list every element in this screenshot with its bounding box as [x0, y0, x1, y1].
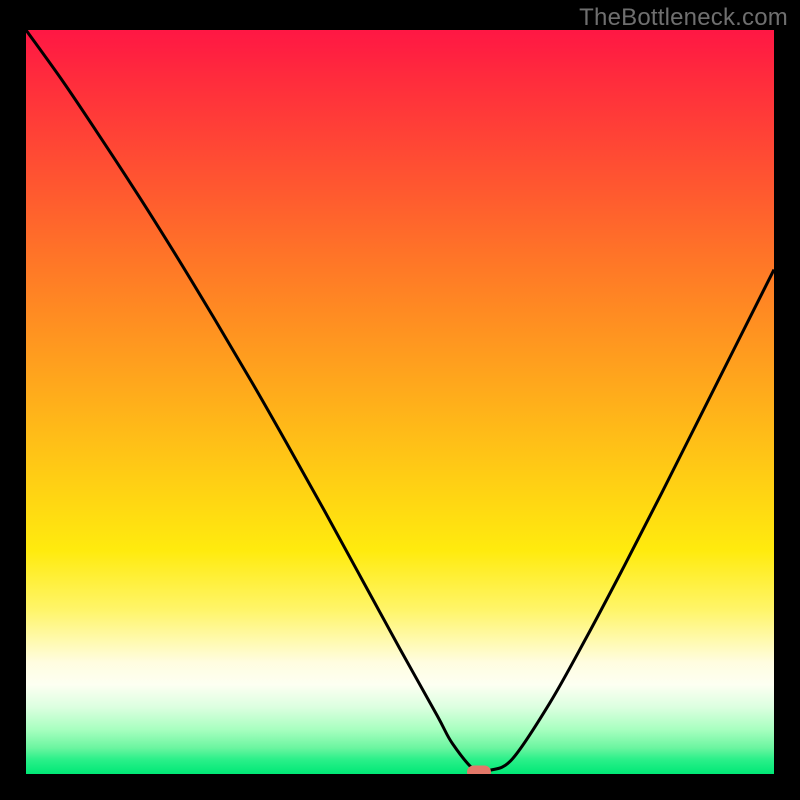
chart-frame: TheBottleneck.com [0, 0, 800, 800]
curve-path [26, 30, 774, 773]
watermark-label: TheBottleneck.com [579, 4, 788, 32]
bottleneck-curve [26, 30, 774, 774]
plot-area [26, 30, 774, 774]
optimal-point-marker [467, 765, 491, 774]
